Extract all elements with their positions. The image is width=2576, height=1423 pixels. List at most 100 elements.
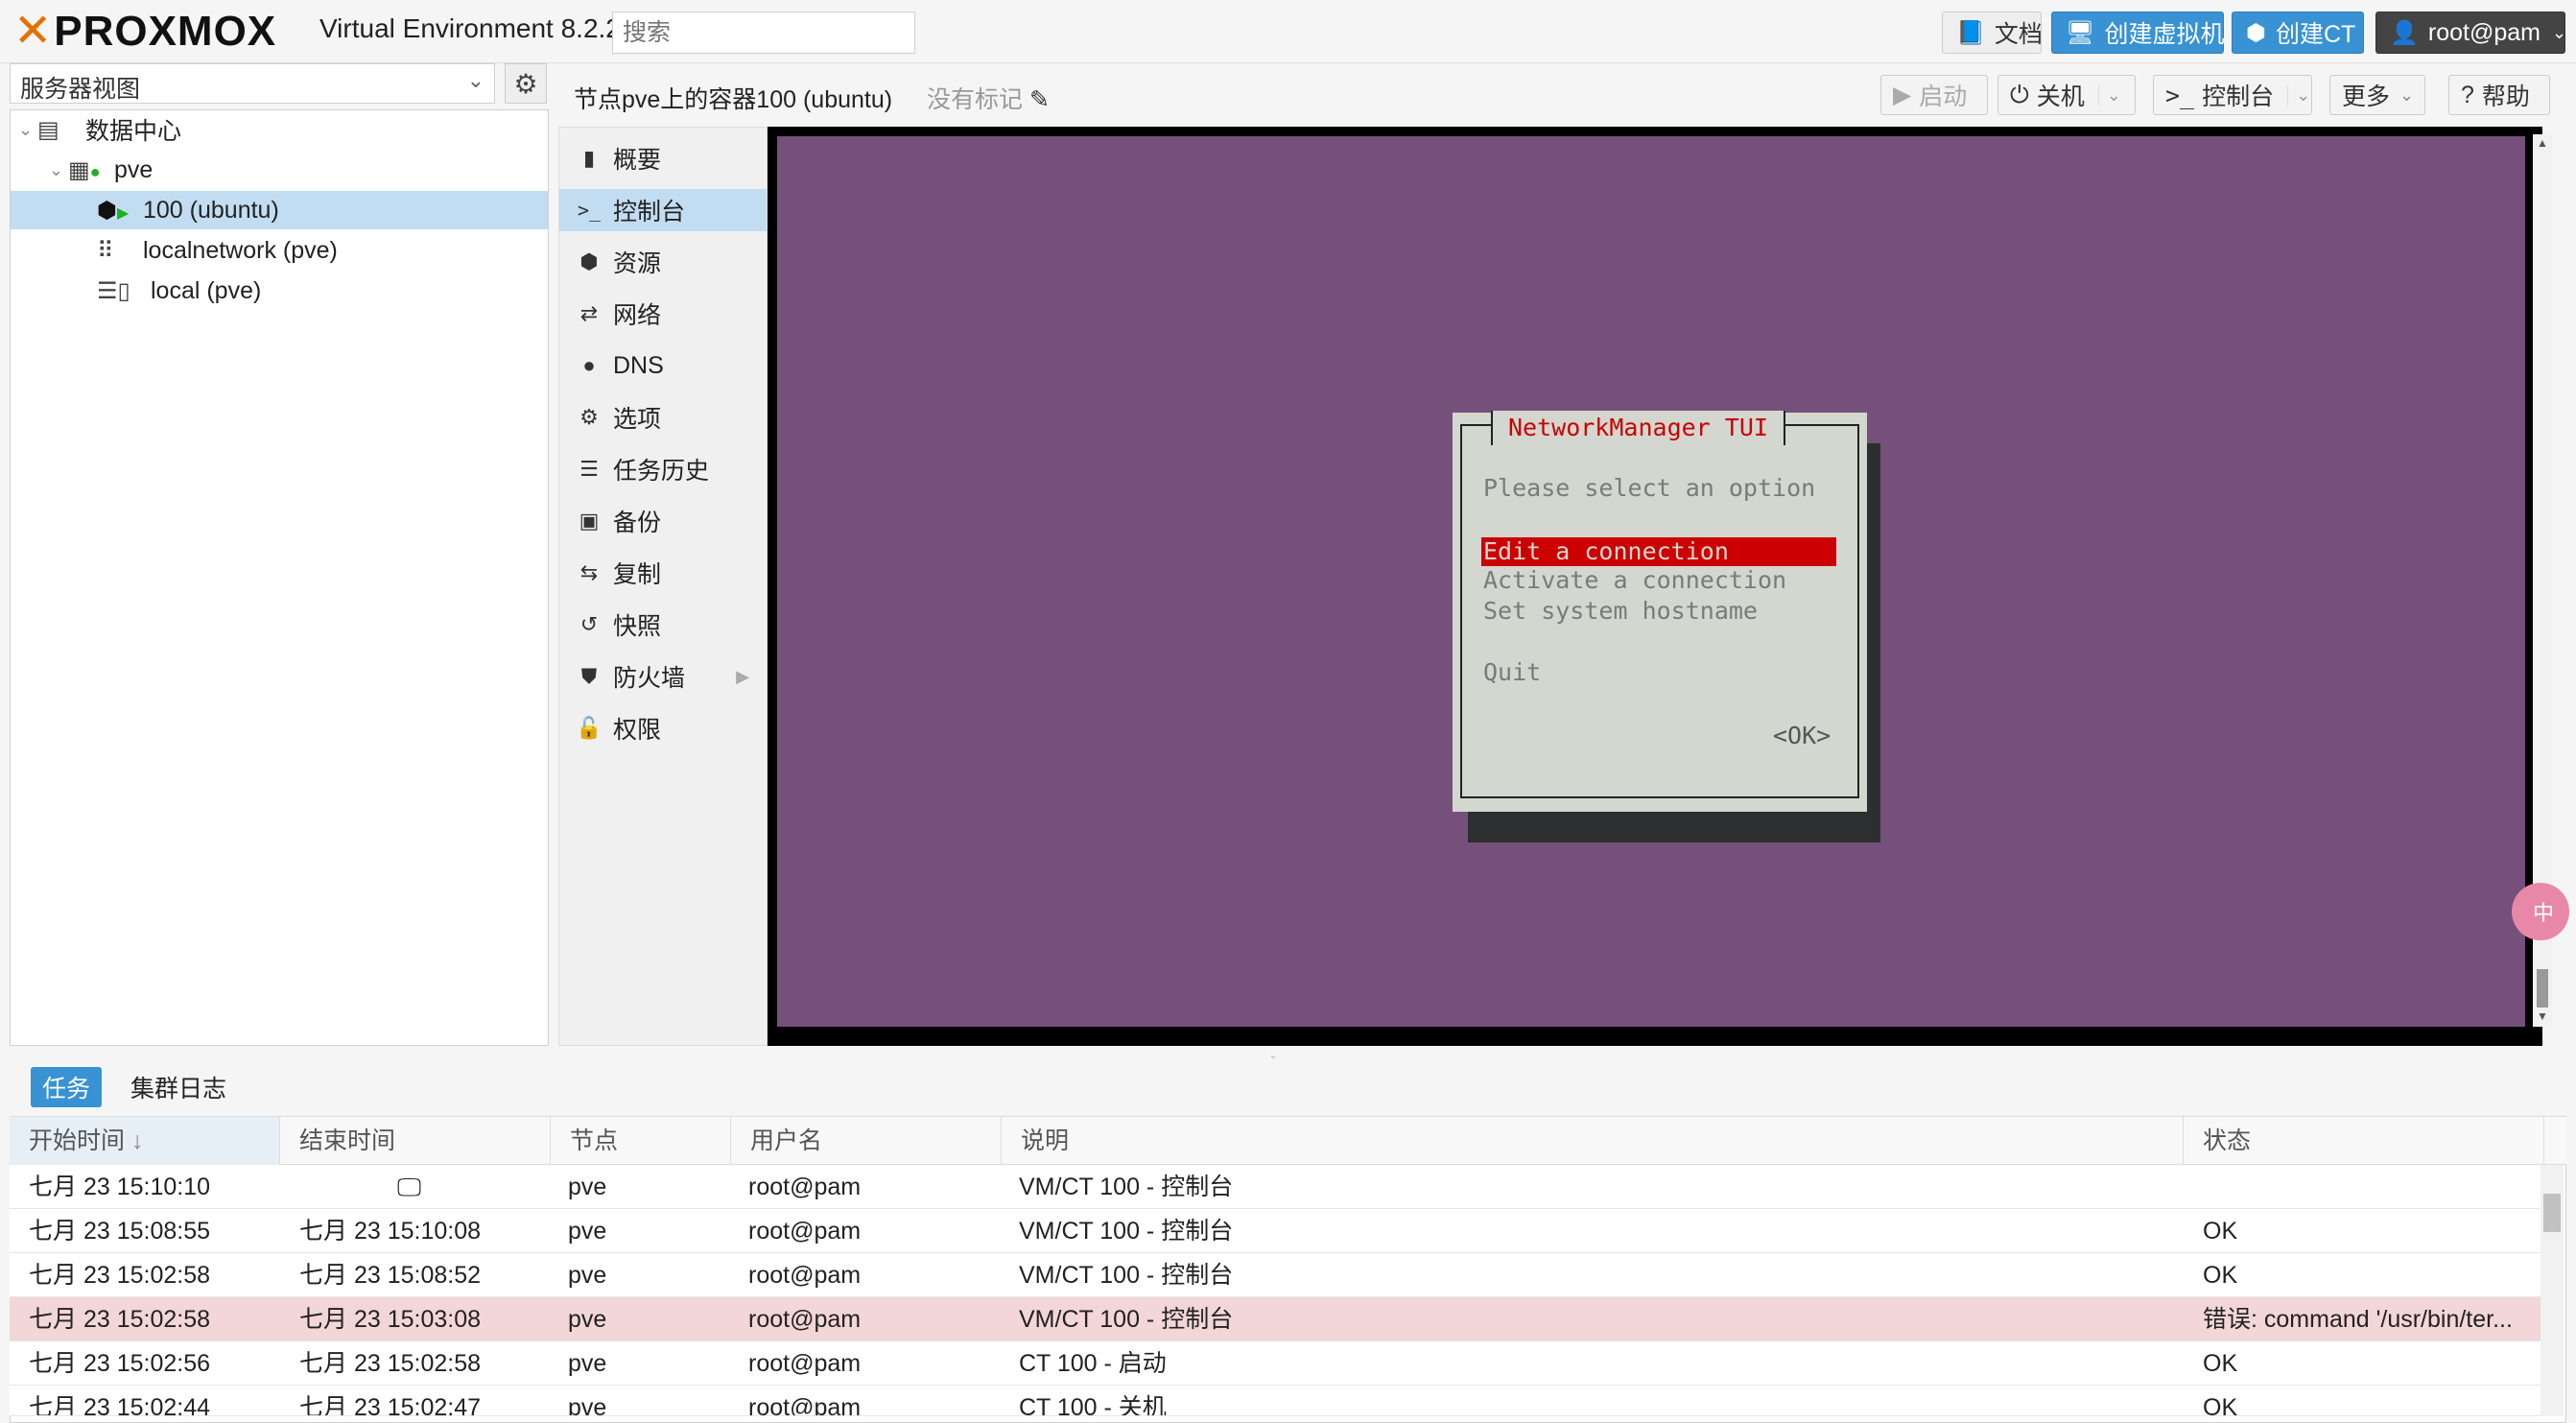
dialog-title: NetworkManager TUI	[1491, 411, 1785, 445]
proxmox-logo[interactable]: ✕ PROXMOX	[13, 6, 276, 58]
search-input[interactable]	[612, 12, 915, 54]
chevron-down-icon: ⌄	[466, 68, 484, 92]
scroll-thumb[interactable]	[2537, 969, 2548, 1008]
tree-item-localnetwork[interactable]: ⠿ localnetwork (pve)	[11, 231, 548, 270]
server-stack-icon: ▤	[37, 116, 59, 143]
column-status[interactable]: 状态	[2184, 1117, 2544, 1165]
chevron-down-icon[interactable]: ⌄	[2097, 84, 2121, 106]
logo-text: PROXMOX	[54, 8, 277, 55]
create-ct-button[interactable]: ⬢ 创建CT	[2232, 12, 2364, 54]
chevron-down-icon[interactable]: ⌄	[2287, 84, 2310, 106]
shutdown-button[interactable]: ⏻ 关机 ⌄	[1997, 75, 2136, 115]
unlock-icon: 🔓	[576, 716, 603, 740]
history-icon: ↺	[579, 612, 599, 636]
question-icon: ?	[2461, 81, 2474, 108]
floppy-icon: ▣	[579, 509, 600, 533]
resource-tree: ⌄ ▤ 数据中心 ⌄ ▦● pve ⬢▶ 100 (ubuntu) ⠿ loca…	[10, 109, 549, 1046]
container-running-icon: ⬢▶	[97, 197, 130, 224]
chevron-right-icon: ▶	[736, 666, 749, 686]
book-icon: 📘	[1956, 19, 1985, 46]
start-button[interactable]: ▶ 启动	[1880, 75, 1988, 115]
gear-icon: ⚙	[513, 68, 538, 99]
nav-snapshots[interactable]: ↺ 快照	[559, 604, 767, 646]
column-description[interactable]: 说明	[1002, 1117, 2184, 1165]
cube-icon: ⬢	[579, 249, 599, 273]
console-button[interactable]: >_ 控制台 ⌄	[2153, 75, 2312, 115]
help-button[interactable]: ? 帮助	[2448, 75, 2550, 115]
column-start-time[interactable]: 开始时间 ↓	[10, 1117, 280, 1165]
page-title: 节点pve上的容器100 (ubuntu)	[574, 86, 893, 113]
column-end-time[interactable]: 结束时间	[280, 1117, 551, 1165]
user-menu-button[interactable]: 👤 root@pam ⌄	[2375, 12, 2567, 54]
option-set-hostname[interactable]: Set system hostname	[1483, 597, 1758, 625]
user-icon: 👤	[2390, 19, 2419, 46]
collapse-icon[interactable]: ⌄	[18, 120, 33, 140]
nav-summary[interactable]: ▮ 概要	[559, 137, 767, 179]
logo-x-icon: ✕	[13, 6, 53, 57]
task-tabbar	[10, 1059, 2566, 1117]
task-grid-scroll-thumb[interactable]	[2543, 1194, 2561, 1232]
panel-splitter[interactable]: ⌄	[0, 1046, 2576, 1061]
task-row-error[interactable]: 七月 23 15:02:58 七月 23 15:03:08 pve root@p…	[10, 1297, 2542, 1341]
pencil-icon: ✎	[1028, 86, 1050, 113]
nav-resources[interactable]: ⬢ 资源	[559, 241, 767, 283]
collapse-icon[interactable]: ⌄	[49, 160, 63, 180]
column-user[interactable]: 用户名	[731, 1117, 1002, 1165]
language-badge[interactable]: 中	[2512, 883, 2569, 940]
retweet-icon: ⇆	[579, 560, 599, 584]
scroll-down-icon[interactable]: ▼	[2537, 1009, 2548, 1023]
play-icon: ▶	[1893, 82, 1912, 108]
settings-gear-button[interactable]: ⚙	[505, 63, 547, 104]
container-nav: ▮ 概要 >_ 控制台 ⬢ 资源 ⇄ 网络 ● DNS ⚙ 选项 ☰ 任务历史 ▣ 备份 ⇆ 复制…	[558, 127, 768, 1046]
power-icon: ⏻	[2010, 81, 2029, 108]
nav-permissions[interactable]: 🔓 权限	[559, 707, 767, 749]
docs-button[interactable]: 📘 文档	[1942, 12, 2043, 54]
app-version: Virtual Environment 8.2.2	[319, 13, 621, 43]
network-grid-icon: ⠿	[97, 237, 114, 264]
nav-options[interactable]: ⚙ 选项	[559, 396, 767, 439]
node-online-icon: ▦●	[68, 156, 101, 183]
sort-down-icon: ↓	[130, 1127, 144, 1154]
nav-replication[interactable]: ⇆ 复制	[559, 552, 767, 594]
task-row[interactable]: 七月 23 15:08:55 七月 23 15:10:08 pve root@p…	[10, 1209, 2542, 1253]
tree-item-storage-local[interactable]: ☰▯ local (pve)	[11, 272, 548, 310]
nav-firewall[interactable]: ⛊ 防火墙 ▶	[559, 655, 767, 698]
list-icon: ☰	[579, 457, 599, 481]
chevron-down-icon: ⌄	[2551, 22, 2567, 42]
nav-dns[interactable]: ● DNS	[559, 344, 767, 387]
terminal-icon: >_	[577, 199, 602, 222]
dialog-prompt: Please select an option	[1483, 474, 1816, 502]
option-edit-connection[interactable]: Edit a connection	[1481, 537, 1836, 566]
task-row[interactable]: 七月 23 15:02:44 七月 23 15:02:47 pve root@p…	[10, 1386, 2542, 1416]
gear-icon: ⚙	[579, 405, 599, 429]
tree-item-ct-100[interactable]: ⬢▶ 100 (ubuntu)	[11, 191, 548, 229]
ok-button[interactable]: <OK>	[1773, 722, 1831, 749]
book-icon: ▮	[582, 146, 596, 170]
tab-cluster-log[interactable]: 集群日志	[119, 1067, 238, 1107]
create-vm-button[interactable]: 🖥 创建虚拟机	[2051, 12, 2224, 54]
task-row[interactable]: 七月 23 15:02:56 七月 23 15:02:58 pve root@p…	[10, 1341, 2542, 1386]
task-row[interactable]: 七月 23 15:02:58 七月 23 15:08:52 pve root@p…	[10, 1253, 2542, 1297]
database-icon: ☰▯	[97, 277, 130, 304]
tree-item-datacenter[interactable]: ⌄ ▤ 数据中心	[11, 110, 548, 149]
view-selector[interactable]: 服务器视图 ⌄	[10, 63, 495, 104]
nav-task-history[interactable]: ☰ 任务历史	[559, 448, 767, 490]
nav-network[interactable]: ⇄ 网络	[559, 293, 767, 335]
terminal-icon: >_	[2165, 81, 2195, 109]
nav-backup[interactable]: ▣ 备份	[559, 500, 767, 542]
tree-item-node-pve[interactable]: ⌄ ▦● pve	[11, 151, 548, 189]
option-activate-connection[interactable]: Activate a connection	[1483, 566, 1786, 594]
tags-edit[interactable]: 没有标记 ✎	[927, 81, 1050, 115]
globe-icon: ●	[582, 353, 596, 377]
chevron-down-icon: ⌄	[2399, 84, 2415, 105]
monitor-icon: 🖵	[397, 1173, 422, 1201]
task-row[interactable]: 七月 23 15:10:10 🖵 pve root@pam VM/CT 100 …	[10, 1165, 2542, 1209]
option-quit[interactable]: Quit	[1483, 658, 1541, 686]
shield-icon: ⛊	[580, 664, 598, 688]
nav-console[interactable]: >_ 控制台	[559, 189, 767, 231]
tab-tasks[interactable]: 任务	[31, 1067, 103, 1107]
more-button[interactable]: 更多 ⌄	[2329, 75, 2425, 115]
exchange-icon: ⇄	[579, 301, 599, 325]
scroll-up-icon[interactable]: ▲	[2537, 136, 2548, 150]
column-node[interactable]: 节点	[551, 1117, 731, 1165]
